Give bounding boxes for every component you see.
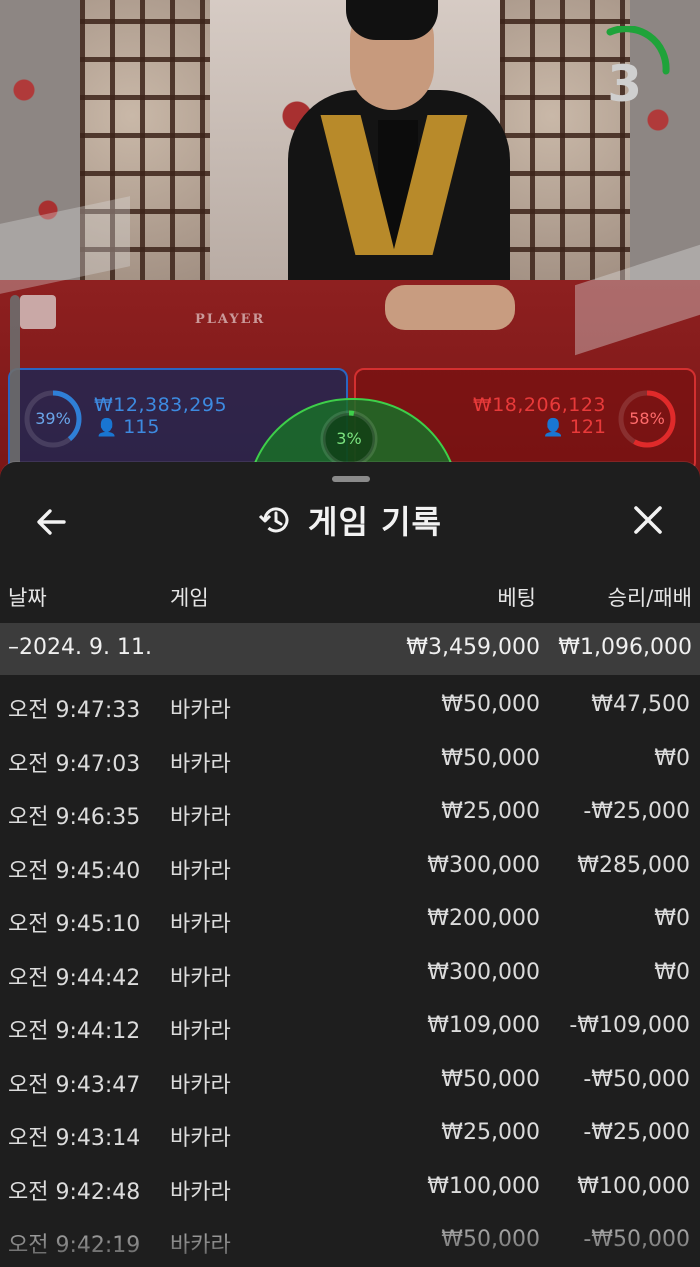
row-time: 오전 9:44:42 [8, 965, 141, 991]
dealer-hands [385, 285, 515, 330]
row-bet: ₩100,000 [427, 1173, 540, 1199]
row-game: 바카라 [170, 1126, 231, 1151]
banker-count-group: 👤 121 [543, 416, 606, 438]
row-time: 오전 9:43:14 [8, 1126, 141, 1151]
sheet-drag-handle[interactable] [332, 476, 370, 482]
row-time: 오전 9:47:33 [8, 698, 141, 723]
banker-percent-ring: 58% [616, 388, 678, 450]
row-result: -₩50,000 [583, 1227, 690, 1252]
tie-percent: 3% [336, 429, 362, 448]
table-row[interactable]: 오전 9:45:10 바카라 ₩200,000 ₩0 [0, 894, 700, 948]
row-game: 바카라 [170, 912, 231, 937]
row-result: ₩0 [654, 959, 690, 985]
row-bet: ₩300,000 [427, 959, 540, 985]
group-result-total: ₩1,096,000 [558, 635, 692, 660]
row-time: 오전 9:46:35 [8, 805, 141, 830]
row-game: 바카라 [170, 698, 231, 723]
column-header-bet: 베팅 [497, 586, 536, 610]
row-result: ₩47,500 [591, 692, 690, 717]
row-bet: ₩50,000 [441, 1227, 540, 1252]
dealer-hair [346, 0, 438, 40]
group-date: –2024. 9. 11. [8, 635, 152, 660]
row-bet: ₩200,000 [427, 906, 540, 931]
game-history-sheet: 게임 기록 날짜 게임 베팅 승리/패배 –2024. 9. 11. ₩3,45… [0, 462, 700, 1267]
person-icon: 👤 [542, 418, 564, 438]
table-row[interactable]: 오전 9:43:47 바카라 ₩50,000 -₩50,000 [0, 1055, 700, 1109]
row-game: 바카라 [170, 858, 231, 884]
column-header-date: 날짜 [8, 586, 47, 610]
table-row[interactable]: 오전 9:44:42 바카라 ₩300,000 ₩0 [0, 948, 700, 1002]
row-bet: ₩25,000 [441, 1120, 540, 1145]
row-bet: ₩25,000 [441, 799, 540, 824]
row-result: -₩50,000 [583, 1066, 690, 1092]
row-game: 바카라 [170, 1072, 231, 1098]
row-time: 오전 9:47:03 [8, 751, 141, 777]
row-result: ₩285,000 [577, 852, 690, 878]
row-result: -₩109,000 [569, 1013, 690, 1038]
table-label-player: PLAYER [195, 312, 266, 327]
row-game: 바카라 [170, 1019, 231, 1044]
row-bet: ₩50,000 [441, 692, 540, 717]
countdown-timer: 3 [580, 26, 670, 116]
sheet-title: 게임 기록 [308, 503, 442, 541]
row-bet: ₩300,000 [427, 852, 540, 878]
table-row[interactable]: 오전 9:45:40 바카라 ₩300,000 ₩285,000 [0, 841, 700, 895]
column-header-result: 승리/패배 [607, 586, 692, 610]
row-result: ₩0 [654, 906, 690, 931]
banker-count: 121 [569, 416, 606, 438]
row-game: 바카라 [170, 1179, 231, 1205]
row-game: 바카라 [170, 805, 231, 830]
row-result: ₩100,000 [577, 1173, 690, 1199]
table-row[interactable]: 오전 9:47:03 바카라 ₩50,000 ₩0 [0, 734, 700, 788]
date-group-row[interactable]: –2024. 9. 11. ₩3,459,000 ₩1,096,000 [0, 623, 700, 675]
person-icon: 👤 [96, 418, 118, 438]
row-result: -₩25,000 [583, 1120, 690, 1145]
close-icon [634, 506, 662, 534]
sheet-header: 게임 기록 [0, 498, 700, 542]
player-total-amount: ₩12,383,295 [94, 394, 228, 416]
banker-percent: 58% [629, 409, 665, 428]
tie-percent-ring: 3% [318, 408, 380, 470]
banker-total-amount: ₩18,206,123 [472, 394, 606, 416]
row-result: -₩25,000 [583, 799, 690, 824]
row-time: 오전 9:45:40 [8, 858, 141, 884]
row-bet: ₩50,000 [441, 745, 540, 771]
row-bet: ₩109,000 [427, 1013, 540, 1038]
table-row[interactable]: 오전 9:42:48 바카라 ₩100,000 ₩100,000 [0, 1162, 700, 1216]
table-row[interactable]: 오전 9:47:33 바카라 ₩50,000 ₩47,500 [0, 680, 700, 734]
player-percent: 39% [35, 409, 71, 428]
row-game: 바카라 [170, 751, 231, 777]
group-bet-total: ₩3,459,000 [406, 635, 540, 660]
column-header-game: 게임 [170, 586, 209, 610]
row-game: 바카라 [170, 965, 231, 991]
card-box [20, 295, 56, 329]
row-bet: ₩50,000 [441, 1066, 540, 1092]
table-row[interactable]: 오전 9:46:35 바카라 ₩25,000 -₩25,000 [0, 787, 700, 841]
table-row[interactable]: 오전 9:44:12 바카라 ₩109,000 -₩109,000 [0, 1001, 700, 1055]
row-result: ₩0 [654, 745, 690, 771]
history-list: 오전 9:47:33 바카라 ₩50,000 ₩47,500 오전 9:47:0… [0, 680, 700, 1267]
table-row[interactable]: 오전 9:42:19 바카라 ₩50,000 -₩50,000 [0, 1215, 700, 1267]
close-button[interactable] [626, 498, 670, 542]
table-header: 날짜 게임 베팅 승리/패배 [0, 574, 700, 614]
row-time: 오전 9:42:48 [8, 1179, 141, 1205]
row-time: 오전 9:42:19 [8, 1233, 141, 1258]
countdown-number: 3 [607, 55, 642, 113]
row-time: 오전 9:44:12 [8, 1019, 141, 1044]
history-icon [258, 507, 289, 533]
player-count: 115 [123, 416, 160, 438]
row-time: 오전 9:45:10 [8, 912, 141, 937]
player-count-group: 👤 115 [96, 416, 159, 438]
row-time: 오전 9:43:47 [8, 1072, 141, 1098]
player-percent-ring: 39% [22, 388, 84, 450]
row-game: 바카라 [170, 1233, 231, 1258]
table-row[interactable]: 오전 9:43:14 바카라 ₩25,000 -₩25,000 [0, 1108, 700, 1162]
